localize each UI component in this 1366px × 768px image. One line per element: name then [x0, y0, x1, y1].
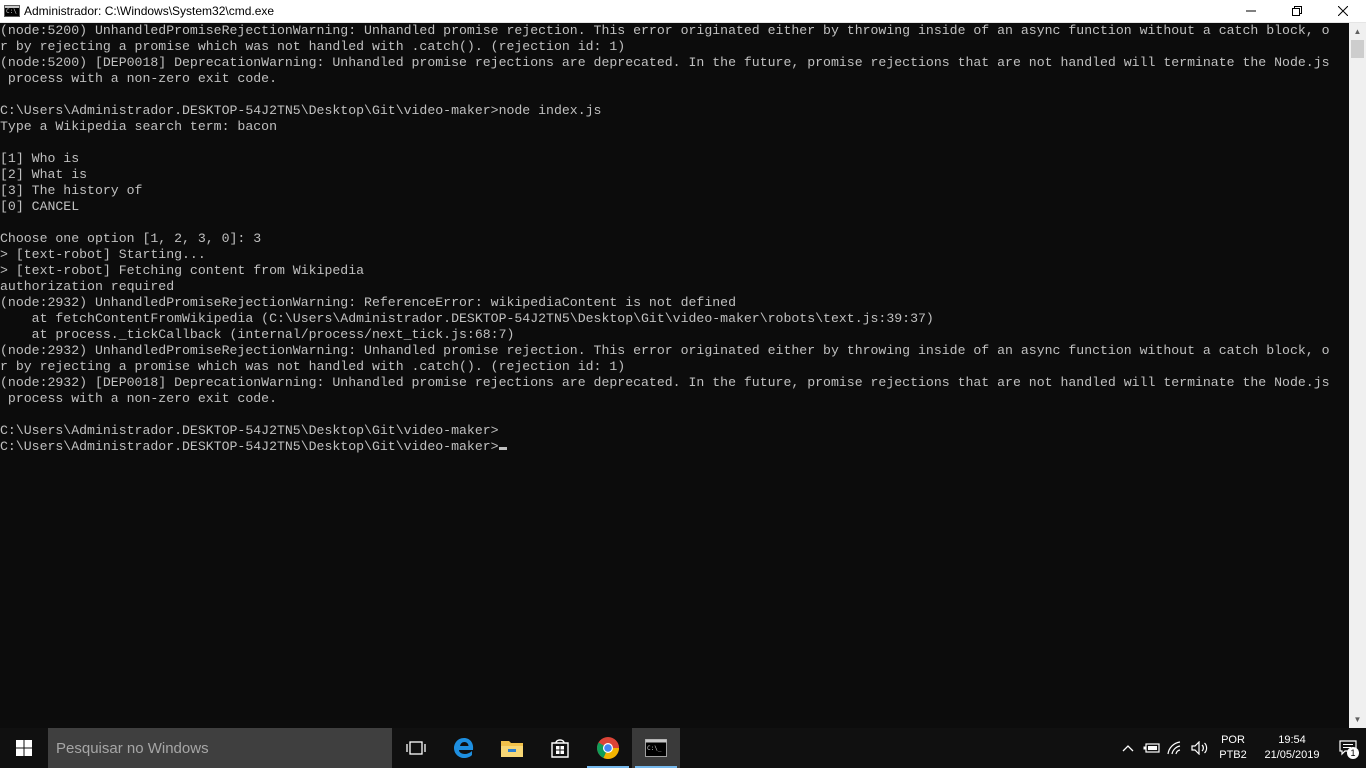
console-line: (node:5200) [DEP0018] DeprecationWarning…: [0, 55, 1330, 70]
show-hidden-icons-button[interactable]: [1116, 728, 1140, 768]
minimize-button[interactable]: [1228, 0, 1274, 22]
edge-button[interactable]: [440, 728, 488, 768]
cmd-window: C:\ Administrador: C:\Windows\System32\c…: [0, 0, 1366, 728]
task-view-button[interactable]: [392, 728, 440, 768]
clock-date: 21/05/2019: [1264, 749, 1320, 761]
language-label: POR: [1221, 734, 1245, 746]
file-explorer-icon: [501, 741, 523, 757]
scroll-down-arrow-icon[interactable]: ▼: [1349, 711, 1366, 728]
text-cursor: [498, 447, 507, 450]
volume-button[interactable]: [1188, 728, 1212, 768]
vertical-scrollbar[interactable]: ▲ ▼: [1349, 23, 1366, 728]
console-line: r by rejecting a promise which was not h…: [0, 39, 626, 54]
clock-button[interactable]: 19:54 21/05/2019: [1254, 733, 1330, 763]
console-line: C:\Users\Administrador.DESKTOP-54J2TN5\D…: [0, 103, 602, 118]
edge-icon: [454, 738, 474, 758]
console-line: (node:5200) UnhandledPromiseRejectionWar…: [0, 23, 1330, 38]
cmd-taskbar-button[interactable]: C:\_: [632, 728, 680, 768]
console-line: at process._tickCallback (internal/proce…: [0, 327, 515, 342]
svg-text:C:\_: C:\_: [647, 745, 662, 752]
file-explorer-button[interactable]: [488, 728, 536, 768]
search-box[interactable]: Pesquisar no Windows: [48, 728, 392, 768]
volume-icon: [1191, 741, 1208, 755]
console-line: Type a Wikipedia search term: bacon: [0, 119, 277, 134]
restore-button[interactable]: [1274, 0, 1320, 22]
console-line: [3] The history of: [0, 183, 143, 198]
console-output[interactable]: (node:5200) UnhandledPromiseRejectionWar…: [0, 23, 1349, 728]
console-line: [2] What is: [0, 167, 88, 182]
console-line: C:\Users\Administrador.DESKTOP-54J2TN5\D…: [0, 423, 499, 438]
battery-button[interactable]: [1140, 728, 1164, 768]
console-line: [1] Who is: [0, 151, 80, 166]
console-prompt: C:\Users\Administrador.DESKTOP-54J2TN5\D…: [0, 439, 499, 454]
restore-icon: [1292, 6, 1302, 16]
task-view-icon: [406, 741, 426, 755]
input-language-button[interactable]: POR PTB2: [1216, 733, 1250, 763]
cmd-taskbar-icon: C:\_: [645, 739, 667, 757]
console-prompt-line[interactable]: C:\Users\Administrador.DESKTOP-54J2TN5\D…: [0, 439, 1349, 455]
console-line: (node:2932) UnhandledPromiseRejectionWar…: [0, 343, 1330, 358]
chrome-button[interactable]: [584, 728, 632, 768]
console-line: authorization required: [0, 279, 175, 294]
minimize-icon: [1246, 10, 1256, 12]
console-line: [0] CANCEL: [0, 199, 80, 214]
console-line: > [text-robot] Starting...: [0, 247, 206, 262]
chrome-icon: [597, 737, 619, 759]
cmd-icon[interactable]: C:\: [4, 5, 20, 17]
console-line: process with a non-zero exit code.: [0, 391, 277, 406]
title-bar[interactable]: C:\ Administrador: C:\Windows\System32\c…: [0, 0, 1366, 23]
wifi-button[interactable]: [1164, 728, 1188, 768]
search-placeholder: Pesquisar no Windows: [56, 739, 209, 757]
console-line: Choose one option [1, 2, 3, 0]: 3: [0, 231, 262, 246]
close-button[interactable]: [1320, 0, 1366, 22]
window-controls: [1228, 0, 1366, 22]
notification-count-badge: 1: [1347, 747, 1359, 759]
close-icon: [1338, 6, 1348, 16]
console-line: process with a non-zero exit code.: [0, 71, 277, 86]
scrollbar-thumb[interactable]: [1351, 40, 1364, 58]
store-button[interactable]: [536, 728, 584, 768]
taskbar: Pesquisar no Windows C:\_ POR PTB2 19:54…: [0, 728, 1366, 768]
battery-icon: [1143, 743, 1160, 753]
console-line: (node:2932) [DEP0018] DeprecationWarning…: [0, 375, 1330, 390]
action-center-button[interactable]: 1: [1330, 728, 1366, 768]
wifi-icon: [1167, 741, 1181, 755]
system-tray: POR PTB2 19:54 21/05/2019 1: [1116, 728, 1366, 768]
window-title: Administrador: C:\Windows\System32\cmd.e…: [24, 4, 275, 18]
console-line: (node:2932) UnhandledPromiseRejectionWar…: [0, 295, 736, 310]
store-icon: [551, 739, 569, 758]
start-button[interactable]: [0, 728, 48, 768]
keyboard-layout-label: PTB2: [1219, 749, 1247, 761]
console-line: > [text-robot] Fetching content from Wik…: [0, 263, 365, 278]
clock-time: 19:54: [1278, 734, 1306, 746]
windows-logo-icon: [16, 740, 32, 756]
chevron-up-icon: [1122, 745, 1134, 752]
console-line: at fetchContentFromWikipedia (C:\Users\A…: [0, 311, 934, 326]
console-line: r by rejecting a promise which was not h…: [0, 359, 626, 374]
scroll-up-arrow-icon[interactable]: ▲: [1349, 23, 1366, 40]
